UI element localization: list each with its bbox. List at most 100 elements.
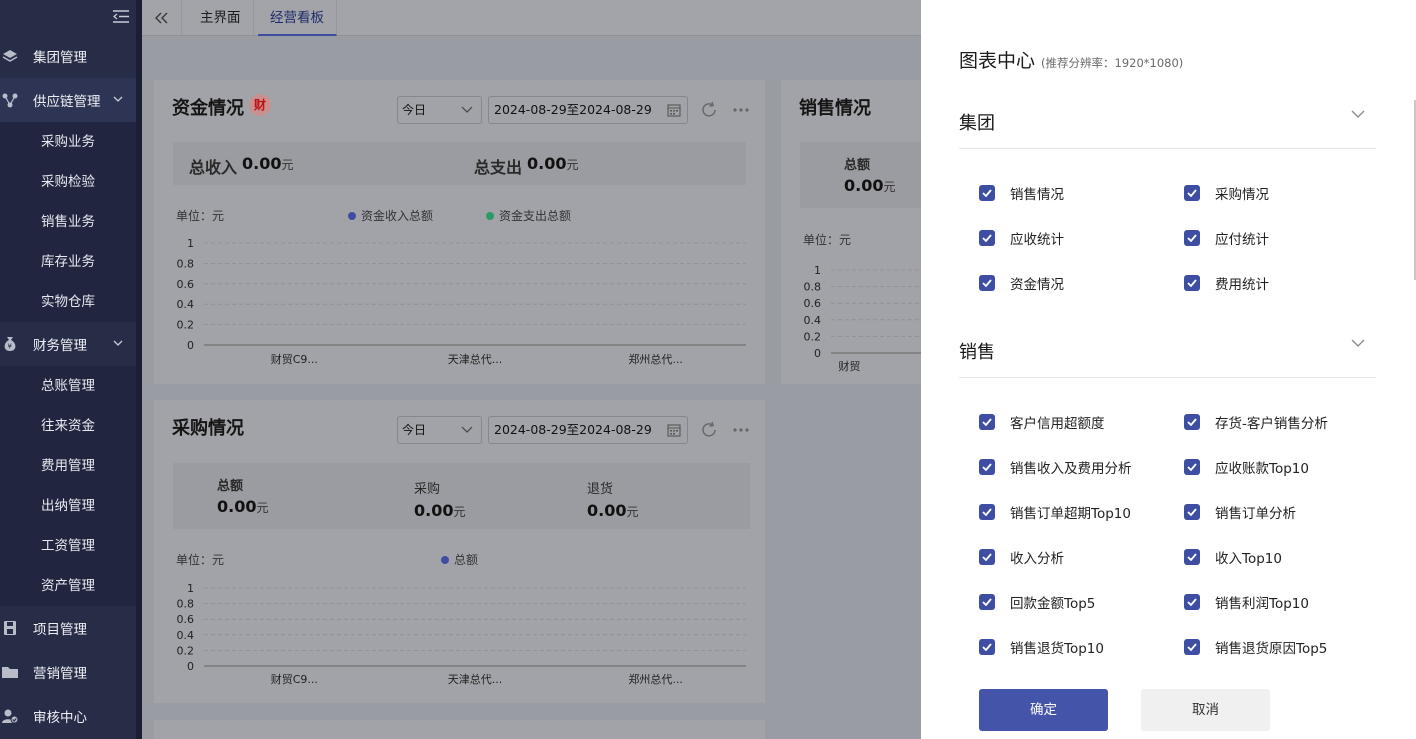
- income-value: 0.00元: [242, 154, 294, 173]
- card-title: 销售情况: [799, 98, 871, 119]
- chart-option-checkbox[interactable]: 费用统计: [1184, 273, 1269, 293]
- checkmark-icon: [1184, 549, 1200, 565]
- section-title-sales: 销售: [959, 342, 995, 363]
- x-tick-label: 天津总代...: [448, 352, 503, 366]
- checkmark-icon: [1184, 504, 1200, 520]
- tabs-back-button[interactable]: [142, 0, 182, 36]
- date-range-input[interactable]: 2024-08-29至2024-08-29: [488, 416, 688, 444]
- more-icon[interactable]: [732, 107, 750, 113]
- y-tick-label: 0.4: [804, 314, 822, 327]
- menu-item-supply-chain[interactable]: 供应链管理: [0, 78, 136, 122]
- legend-item[interactable]: 资金支出总额: [486, 207, 571, 224]
- refresh-icon[interactable]: [700, 101, 718, 119]
- submenu-item[interactable]: 销售业务: [0, 202, 136, 242]
- submenu-item[interactable]: 工资管理: [0, 526, 136, 566]
- chart-option-checkbox[interactable]: 客户信用超额度: [979, 412, 1105, 432]
- submenu-item[interactable]: 总账管理: [0, 366, 136, 406]
- chart-option-checkbox[interactable]: 销售订单超期Top10: [979, 502, 1131, 522]
- chart-option-label: 销售退货Top10: [1010, 641, 1104, 657]
- x-tick-label: 天津总代...: [448, 672, 503, 686]
- dashboard-content: 资金情况 财 今日 2024-08-29至2024-08-29 总收入 0.00…: [142, 36, 941, 739]
- date-range-input[interactable]: 2024-08-29至2024-08-29: [488, 96, 688, 124]
- income-label: 总收入: [189, 158, 238, 177]
- folder-icon: [2, 667, 18, 678]
- menu-item-marketing[interactable]: 营销管理: [0, 650, 136, 694]
- calendar-icon: [667, 104, 681, 117]
- confirm-button[interactable]: 确定: [979, 689, 1108, 731]
- chart-option-checkbox[interactable]: 销售退货原因Top5: [1184, 637, 1327, 657]
- sales-summary: 总额 0.00元: [800, 142, 922, 208]
- submenu-item[interactable]: 费用管理: [0, 446, 136, 486]
- refresh-icon[interactable]: [700, 421, 718, 439]
- y-tick-label: 0.4: [177, 298, 195, 311]
- checkmark-icon: [979, 459, 995, 475]
- y-tick-label: 0.2: [177, 644, 195, 657]
- submenu-item[interactable]: 库存业务: [0, 242, 136, 282]
- chart-option-label: 收入Top10: [1215, 551, 1282, 567]
- y-tick-label: 0.4: [177, 629, 195, 642]
- checkmark-icon: [979, 549, 995, 565]
- submenu-item[interactable]: 采购业务: [0, 122, 136, 162]
- menu-item-group[interactable]: 集团管理: [0, 34, 136, 78]
- y-tick-label: 0.8: [177, 598, 195, 611]
- tab-main[interactable]: 主界面: [188, 0, 254, 36]
- network-icon: [2, 93, 18, 108]
- menu-label: 集团管理: [33, 50, 87, 66]
- submenu-item[interactable]: 资产管理: [0, 566, 136, 606]
- chart-option-label: 应付统计: [1215, 232, 1269, 248]
- divider: [959, 377, 1376, 378]
- chart-option-label: 销售收入及费用分析: [1010, 461, 1132, 477]
- menu-collapse-icon[interactable]: [113, 10, 129, 23]
- chart-option-checkbox[interactable]: 资金情况: [979, 273, 1064, 293]
- menu-item-audit[interactable]: 审核中心: [0, 694, 136, 738]
- y-tick-label: 0: [814, 347, 821, 360]
- y-tick-label: 1: [187, 237, 194, 250]
- menu-item-project[interactable]: 项目管理: [0, 606, 136, 650]
- chart-option-checkbox[interactable]: 存货-客户销售分析: [1184, 412, 1328, 432]
- return-value: 0.00元: [587, 501, 639, 520]
- chevron-down-icon[interactable]: [1351, 338, 1365, 348]
- chart-option-checkbox[interactable]: 收入分析: [979, 547, 1064, 567]
- chart-option-checkbox[interactable]: 应收统计: [979, 228, 1064, 248]
- chevron-down-icon[interactable]: [1351, 109, 1365, 119]
- submenu-item[interactable]: 采购检验: [0, 162, 136, 202]
- tab-dashboard[interactable]: 经营看板: [258, 0, 337, 36]
- period-select[interactable]: 今日: [397, 416, 482, 444]
- audit-icon: [2, 709, 19, 724]
- checkmark-icon: [1184, 275, 1200, 291]
- chart-option-checkbox[interactable]: 销售退货Top10: [979, 637, 1104, 657]
- submenu-item[interactable]: 实物仓库: [0, 282, 136, 322]
- legend-dot: [441, 555, 449, 564]
- chart-option-checkbox[interactable]: 销售情况: [979, 183, 1064, 203]
- period-value: 今日: [402, 423, 427, 437]
- legend-item[interactable]: 总额: [441, 551, 478, 568]
- legend-item[interactable]: 资金收入总额: [348, 207, 433, 224]
- checkmark-icon: [1184, 594, 1200, 610]
- period-select[interactable]: 今日: [397, 96, 482, 124]
- submenu-item[interactable]: 出纳管理: [0, 486, 136, 526]
- next-card: [154, 720, 765, 739]
- purchase-chart: 0 0.2 0.4 0.6 0.8 1 财贸C9... 天津总代... 郑州总代...: [177, 582, 746, 686]
- menu-item-finance[interactable]: ¥ 财务管理: [0, 322, 136, 366]
- date-range-value: 2024-08-29至2024-08-29: [494, 422, 652, 437]
- y-tick-label: 0: [187, 660, 194, 673]
- chart-option-checkbox[interactable]: 销售订单分析: [1184, 502, 1296, 522]
- chart-option-checkbox[interactable]: 回款金额Top5: [979, 592, 1095, 612]
- chart-option-checkbox[interactable]: 采购情况: [1184, 183, 1269, 203]
- menu-label: 项目管理: [33, 622, 87, 638]
- y-tick-label: 0.6: [804, 297, 822, 310]
- chart-option-checkbox[interactable]: 销售利润Top10: [1184, 592, 1309, 612]
- chart-option-checkbox[interactable]: 销售收入及费用分析: [979, 457, 1132, 477]
- chart-option-checkbox[interactable]: 应收账款Top10: [1184, 457, 1309, 477]
- chart-option-checkbox[interactable]: 收入Top10: [1184, 547, 1282, 567]
- chevron-down-icon: [461, 426, 473, 433]
- checkmark-icon: [979, 594, 995, 610]
- more-icon[interactable]: [732, 427, 750, 433]
- unit-label: 单位：元: [176, 553, 225, 567]
- finance-badge: 财: [249, 94, 271, 116]
- chart-option-checkbox[interactable]: 应付统计: [1184, 228, 1269, 248]
- menu-label: 供应链管理: [33, 94, 101, 110]
- submenu-item[interactable]: 往来资金: [0, 406, 136, 446]
- cancel-button[interactable]: 取消: [1141, 689, 1270, 731]
- y-tick-label: 0.8: [804, 281, 822, 294]
